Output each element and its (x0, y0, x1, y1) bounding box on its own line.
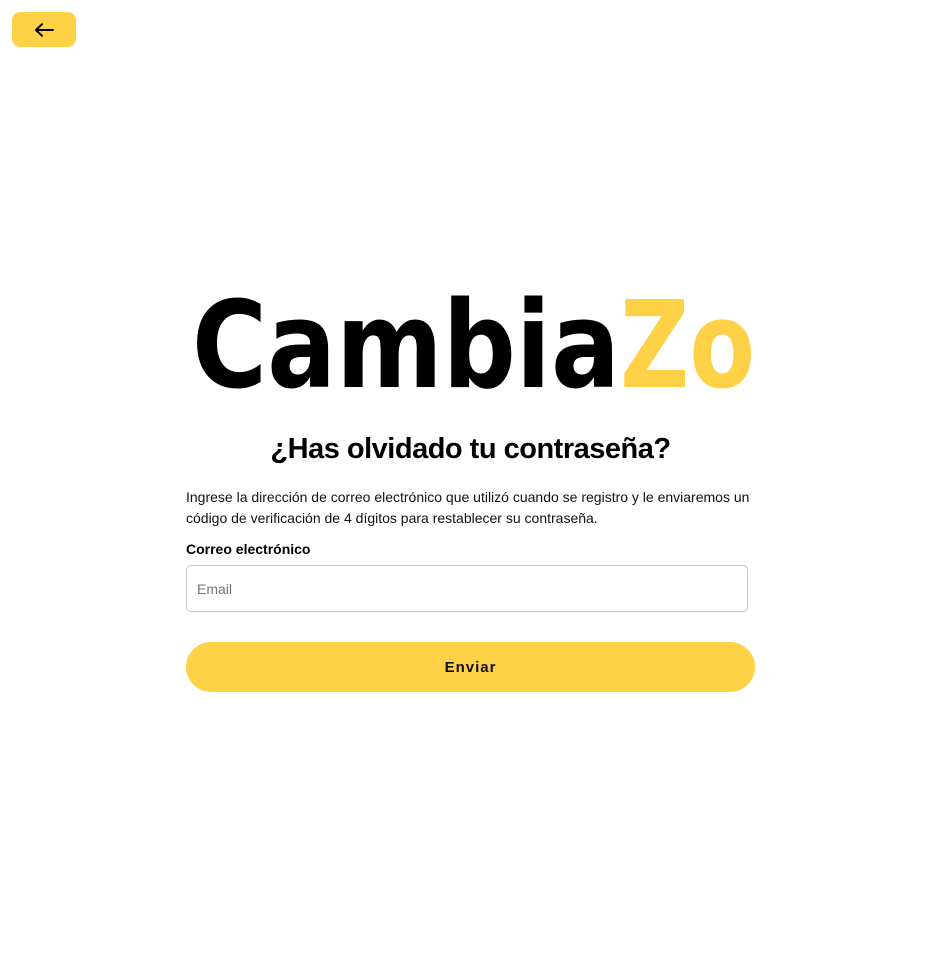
arrow-left-icon (34, 22, 54, 37)
email-label: Correo electrónico (186, 541, 311, 557)
cambiazo-logo: Cambia Zo (192, 290, 756, 394)
send-button[interactable]: Enviar (186, 642, 755, 692)
instructions-text: Ingrese la dirección de correo electróni… (186, 489, 750, 526)
forgot-password-page: Cambia Zo ¿Has olvidado tu contraseña? I… (0, 0, 941, 955)
back-button[interactable] (12, 12, 76, 47)
logo-text-accent: Zo (620, 290, 755, 394)
logo-text-dark: Cambia (192, 290, 620, 394)
email-input[interactable] (186, 565, 748, 612)
page-title: ¿Has olvidado tu contraseña? (270, 433, 671, 465)
